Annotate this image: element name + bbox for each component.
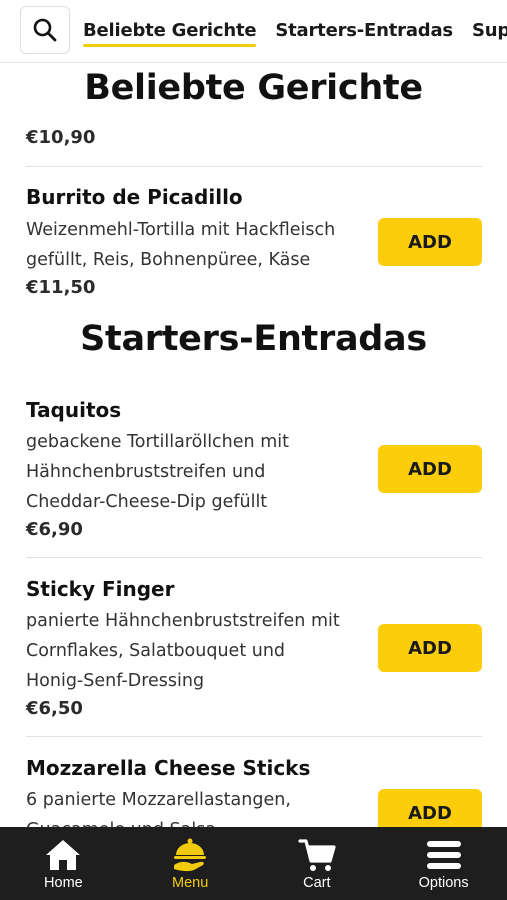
item-description: gebackene Tortillaröllchen mit Hähnchenb… (26, 427, 378, 517)
item-description-line: 6 panierte Mozzarellastangen, (26, 790, 291, 810)
search-icon (33, 18, 57, 42)
search-button[interactable] (20, 6, 70, 54)
tab-beliebte-gerichte[interactable]: Beliebte Gerichte (83, 0, 257, 62)
nav-menu[interactable]: Menu (127, 827, 254, 900)
item-description: panierte Hähnchenbruststreifen mit Cornf… (26, 606, 378, 696)
nav-label: Options (418, 875, 469, 891)
divider (26, 557, 482, 558)
hamburger-icon (426, 841, 461, 869)
item-description-line: panierte Hähnchenbruststreifen mit (26, 611, 340, 631)
nav-options[interactable]: Options (380, 827, 507, 900)
item-description-line: Guacamole und Salsa (26, 815, 378, 827)
nav-label: Menu (171, 875, 209, 891)
home-icon (46, 840, 81, 870)
tab-starters-entradas[interactable]: Starters-Entradas (275, 0, 453, 62)
category-tabs: Beliebte Gerichte Starters-Entradas Sup (83, 0, 507, 62)
add-button[interactable]: ADD (378, 445, 482, 493)
nav-home[interactable]: Home (0, 827, 127, 900)
section-title-beliebte-gerichte: Beliebte Gerichte (84, 68, 423, 108)
add-button[interactable]: ADD (378, 218, 482, 266)
nav-cart[interactable]: Cart (254, 827, 381, 900)
item-description: Weizenmehl-Tortilla mit Hackfleisch gefü… (26, 215, 378, 275)
section-title-starters-entradas: Starters-Entradas (80, 319, 427, 359)
menu-cloche-icon (174, 838, 207, 872)
item-price: €11,50 (26, 277, 96, 298)
cart-icon (298, 839, 336, 871)
item-description-line: Weizenmehl-Tortilla mit Hackfleisch (26, 220, 336, 240)
item-name: Mozzarella Cheese Sticks (26, 756, 311, 780)
category-bar: Beliebte Gerichte Starters-Entradas Sup (0, 0, 507, 63)
item-description-line: Honig-Senf-Dressing (26, 671, 205, 691)
divider (26, 166, 482, 167)
item-description: 6 panierte Mozzarellastangen, Guacamole … (26, 785, 378, 827)
item-description-line: Cornflakes, Salatbouquet und (26, 641, 286, 661)
divider (26, 736, 482, 737)
item-price: €6,90 (26, 519, 83, 540)
tab-sup[interactable]: Sup (472, 0, 507, 62)
item-name: Taquitos (26, 398, 122, 422)
nav-label: Home (44, 875, 83, 891)
bottom-nav: Home Menu Cart Options (0, 827, 507, 900)
item-price: €10,90 (26, 127, 96, 148)
nav-label: Cart (303, 875, 331, 891)
item-description-line: gebackene Tortillaröllchen mit (26, 432, 289, 452)
add-button[interactable]: ADD (378, 789, 482, 827)
menu-content[interactable]: Beliebte Gerichte €10,90 Burrito de Pica… (0, 63, 507, 827)
item-price: €6,50 (26, 698, 83, 719)
item-name: Sticky Finger (26, 577, 175, 601)
item-description-line: gefüllt, Reis, Bohnenpüree, Käse (26, 250, 311, 270)
add-button[interactable]: ADD (378, 624, 482, 672)
item-description-line: Hähnchenbruststreifen und (26, 462, 266, 482)
item-description-line: Cheddar-Cheese-Dip gefüllt (26, 492, 268, 512)
item-name: Burrito de Picadillo (26, 185, 243, 209)
